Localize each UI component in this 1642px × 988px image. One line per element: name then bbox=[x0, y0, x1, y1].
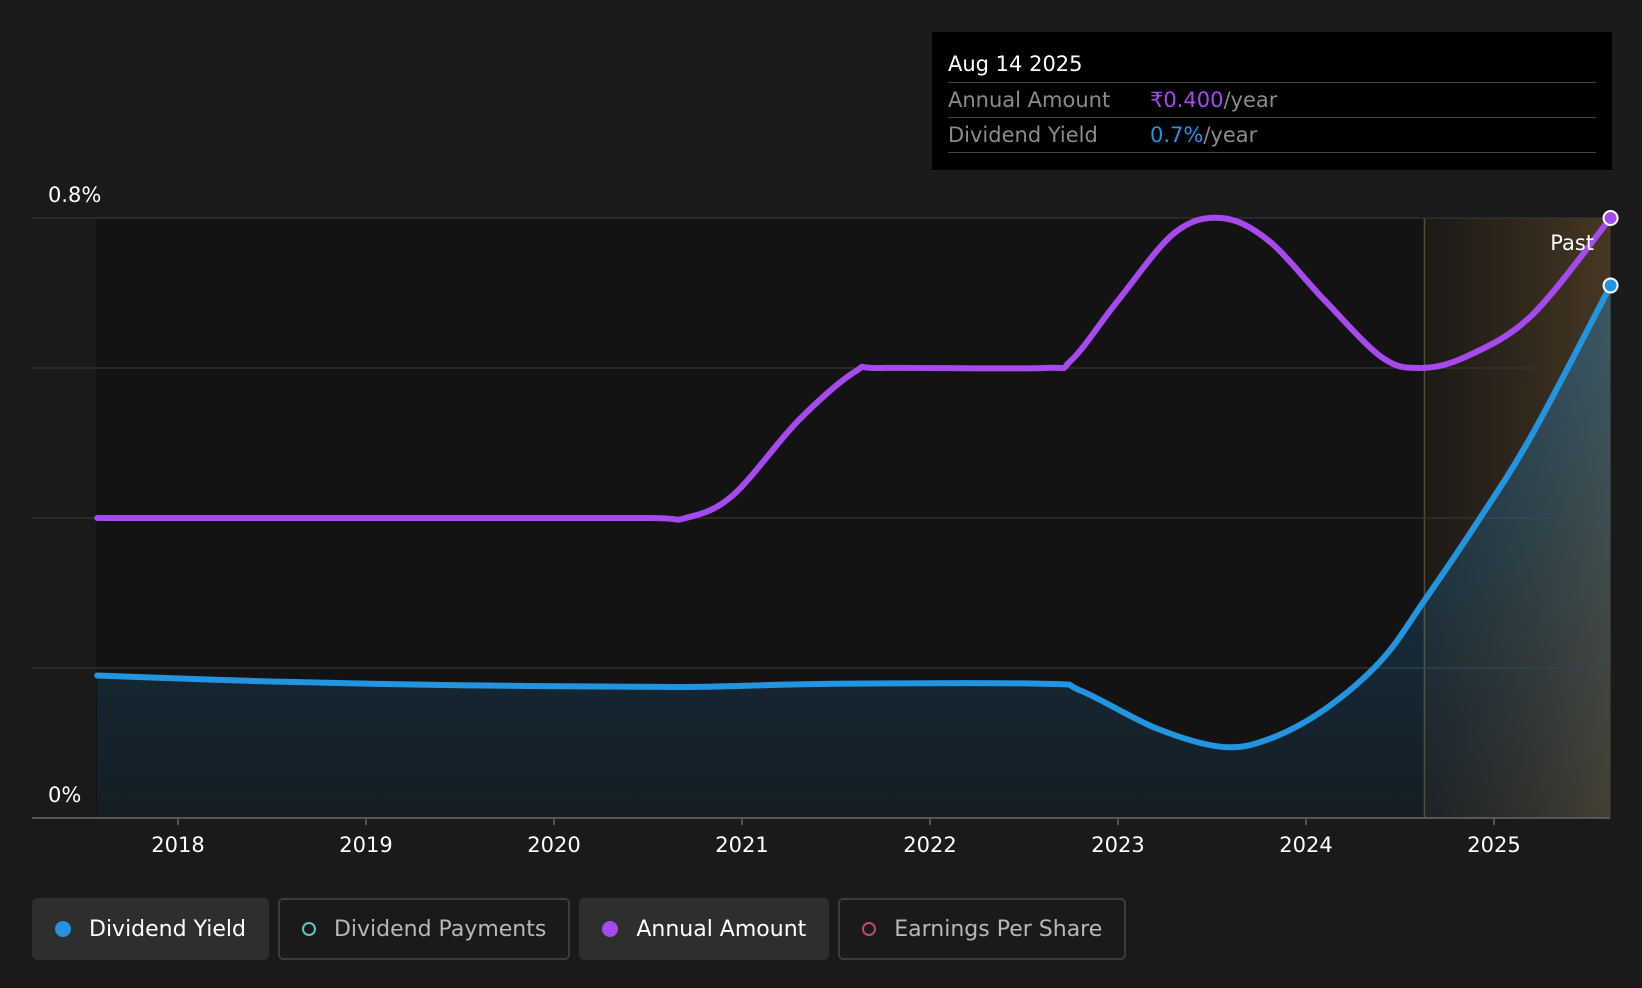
legend-dividend-yield[interactable]: Dividend Yield bbox=[32, 898, 269, 960]
tooltip-value: 0.7% bbox=[1150, 123, 1204, 147]
legend-dividend-payments[interactable]: Dividend Payments bbox=[277, 898, 571, 960]
legend-earnings-per-share[interactable]: Earnings Per Share bbox=[838, 898, 1127, 960]
past-label: Past bbox=[1550, 231, 1594, 255]
tooltip-label: Annual Amount bbox=[948, 88, 1111, 112]
tooltip-row-annual-amount: Annual Amount ₹0.400 /year bbox=[948, 83, 1596, 118]
annual-amount-end-marker bbox=[1602, 210, 1619, 226]
x-tick-label: 2018 bbox=[151, 833, 204, 857]
legend-dot-icon bbox=[55, 921, 71, 937]
legend-label: Earnings Per Share bbox=[894, 916, 1103, 942]
legend-dot-icon bbox=[602, 921, 619, 937]
tooltip-unit: /year bbox=[1203, 123, 1258, 147]
legend-annual-amount[interactable]: Annual Amount bbox=[579, 898, 830, 960]
legend-ring-icon bbox=[301, 922, 316, 936]
tooltip-label: Dividend Yield bbox=[948, 123, 1098, 147]
x-tick-label: 2025 bbox=[1467, 833, 1520, 857]
legend-label: Dividend Payments bbox=[333, 916, 547, 942]
x-tick-label: 2021 bbox=[715, 833, 768, 857]
x-tick-label: 2024 bbox=[1279, 833, 1332, 857]
x-tick-label: 2019 bbox=[339, 833, 392, 857]
x-tick-label: 2023 bbox=[1091, 833, 1144, 857]
tooltip: Aug 14 2025 Annual Amount ₹0.400 /year D… bbox=[932, 32, 1612, 170]
tooltip-unit: /year bbox=[1223, 88, 1278, 112]
legend-ring-icon bbox=[862, 922, 877, 936]
y-axis-bottom-label: 0% bbox=[48, 783, 81, 807]
legend: Dividend Yield Dividend Payments Annual … bbox=[32, 898, 1127, 960]
dividend-yield-end-marker bbox=[1602, 277, 1619, 294]
y-axis-top-label: 0.8% bbox=[48, 183, 101, 207]
x-tick-label: 2020 bbox=[527, 833, 580, 857]
tooltip-date: Aug 14 2025 bbox=[948, 46, 1596, 83]
tooltip-row-dividend-yield: Dividend Yield 0.7% /year bbox=[948, 118, 1596, 153]
x-tick-label: 2022 bbox=[903, 833, 956, 857]
tooltip-value: ₹0.400 bbox=[1150, 88, 1224, 112]
legend-label: Annual Amount bbox=[636, 916, 807, 942]
legend-label: Dividend Yield bbox=[89, 916, 246, 942]
